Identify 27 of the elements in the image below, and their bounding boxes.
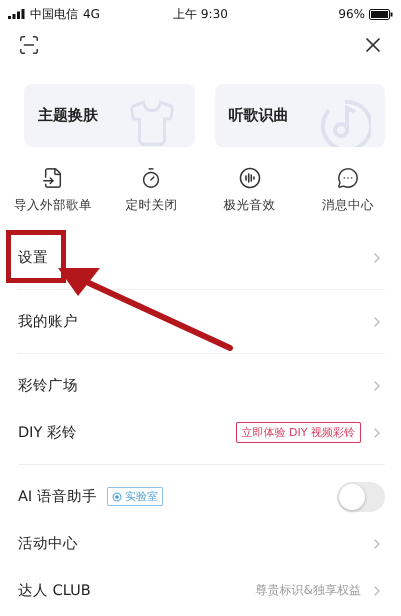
carrier-name: 中国电信	[30, 6, 78, 22]
scan-icon	[18, 34, 40, 56]
promo-tag: 立即体验 DIY 视频彩铃	[236, 422, 361, 443]
menu-label[interactable]: 彩铃广场	[18, 376, 78, 395]
toggle-switch[interactable]	[337, 482, 385, 512]
quick-action[interactable]: 极光音效	[200, 167, 299, 214]
feature-card[interactable]: 听歌识曲	[214, 84, 385, 147]
scan-button[interactable]	[18, 34, 40, 56]
quick-action[interactable]: 定时关闭	[102, 167, 200, 214]
sound-wave-icon	[238, 167, 261, 189]
quick-action[interactable]: 导入外部歌单	[4, 167, 102, 214]
network-type: 4G	[83, 7, 100, 21]
clock-time: 上午 9:30	[173, 6, 228, 22]
lab-badge: 实验室	[106, 487, 163, 506]
battery-percent: 96%	[338, 7, 365, 21]
menu-label[interactable]: 我的账户	[18, 312, 78, 331]
quick-action[interactable]: 消息中心	[298, 167, 397, 214]
menu-label[interactable]: 达人 CLUB	[18, 581, 91, 600]
menu-label[interactable]: 设置	[18, 248, 48, 267]
menu-label[interactable]: DIY 彩铃	[18, 423, 77, 442]
battery-icon	[368, 8, 393, 20]
menu-hint: 尊贵标识&独享权益	[256, 582, 361, 599]
signal-icon	[8, 9, 25, 19]
feature-card[interactable]: 主题换肤	[24, 84, 194, 147]
menu-label[interactable]: AI 语音助手	[18, 487, 97, 506]
chat-bubble-icon	[336, 167, 359, 189]
menu-label[interactable]: 活动中心	[18, 534, 78, 553]
